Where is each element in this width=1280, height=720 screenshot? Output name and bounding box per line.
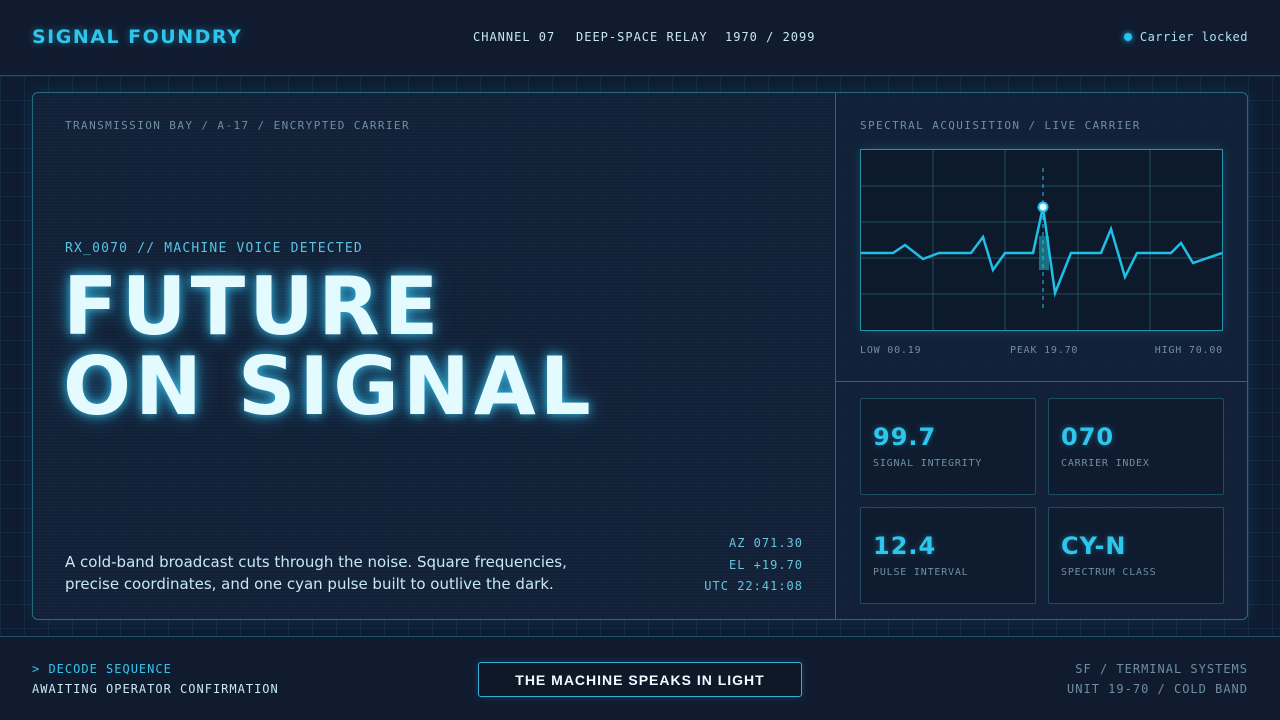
top-nav: CHANNEL 07 DEEP-SPACE RELAY 1970 / 2099 xyxy=(473,30,815,44)
stat-label: CARRIER INDEX xyxy=(1061,458,1150,469)
nav-channel[interactable]: CHANNEL 07 xyxy=(473,30,576,44)
peak-label: PEAK 19.70 xyxy=(1010,345,1079,356)
headline-line-1: FUTURE xyxy=(63,260,443,353)
status-label: Carrier locked xyxy=(1139,30,1248,44)
description-line-2: precise coordinates, and one cyan pulse … xyxy=(65,575,554,593)
nav-relay[interactable]: DEEP-SPACE RELAY xyxy=(576,30,725,44)
hero-section: TRANSMISSION BAY / A-17 / ENCRYPTED CARR… xyxy=(33,93,836,619)
stat-label: PULSE INTERVAL xyxy=(873,567,969,578)
section-divider xyxy=(836,381,1247,382)
top-bar: SIGNAL FOUNDRY CHANNEL 07 DEEP-SPACE REL… xyxy=(0,0,1280,76)
low-label: LOW 00.19 xyxy=(860,345,922,356)
stat-card-pulse-interval: 12.4 PULSE INTERVAL xyxy=(860,507,1036,604)
stat-value: 99.7 xyxy=(873,423,937,451)
peak-point xyxy=(1037,201,1049,213)
elevation-value: EL +19.70 xyxy=(728,557,803,572)
nav-years[interactable]: 1970 / 2099 xyxy=(725,30,815,44)
status-dot-icon xyxy=(1123,33,1132,41)
high-label: HIGH 70.00 xyxy=(1154,345,1223,356)
machine-speaks-button[interactable]: THE MACHINE SPEAKS IN LIGHT xyxy=(478,662,802,697)
stat-card-carrier-index: 070 CARRIER INDEX xyxy=(1048,398,1224,495)
main-panel: TRANSMISSION BAY / A-17 / ENCRYPTED CARR… xyxy=(32,92,1248,620)
awaiting-status: AWAITING OPERATOR CONFIRMATION xyxy=(32,682,279,696)
stat-card-spectrum-class: CY-N SPECTRUM CLASS xyxy=(1048,507,1224,604)
carrier-status: Carrier locked xyxy=(1123,30,1248,44)
spectrum-svg xyxy=(861,150,1223,330)
rx-label: RX_0070 // MACHINE VOICE DETECTED xyxy=(65,241,363,256)
stat-card-signal-integrity: 99.7 SIGNAL INTEGRITY xyxy=(860,398,1036,495)
stat-label: SIGNAL INTEGRITY xyxy=(873,458,983,469)
footer-system-label: SF / TERMINAL SYSTEMS xyxy=(1075,662,1248,676)
stat-value: 070 xyxy=(1061,423,1115,451)
brand-logo[interactable]: SIGNAL FOUNDRY xyxy=(32,26,242,48)
spectral-title: SPECTRAL ACQUISITION / LIVE CARRIER xyxy=(860,119,1141,132)
stat-label: SPECTRUM CLASS xyxy=(1061,567,1157,578)
coordinates-readout: AZ 071.30 EL +19.70 UTC 22:41:08 xyxy=(704,533,803,598)
description: A cold-band broadcast cuts through the n… xyxy=(65,551,675,595)
azimuth-value: AZ 071.30 xyxy=(728,536,803,550)
breadcrumb: TRANSMISSION BAY / A-17 / ENCRYPTED CARR… xyxy=(65,119,410,132)
stat-value: CY-N xyxy=(1061,532,1127,560)
page-title: FUTURE ON SIGNAL xyxy=(63,267,595,427)
footer-unit-label: UNIT 19-70 / COLD BAND xyxy=(1067,682,1248,696)
utc-time: UTC 22:41:08 xyxy=(704,579,803,593)
decode-command[interactable]: > DECODE SEQUENCE xyxy=(32,662,172,676)
footer-bar: > DECODE SEQUENCE AWAITING OPERATOR CONF… xyxy=(0,636,1280,720)
spectrum-axis-labels: LOW 00.19 PEAK 19.70 HIGH 70.00 xyxy=(860,345,1223,359)
headline-line-2: ON SIGNAL xyxy=(63,340,595,433)
stat-value: 12.4 xyxy=(873,532,937,560)
spectrum-graph xyxy=(860,149,1223,331)
description-line-1: A cold-band broadcast cuts through the n… xyxy=(65,553,567,571)
